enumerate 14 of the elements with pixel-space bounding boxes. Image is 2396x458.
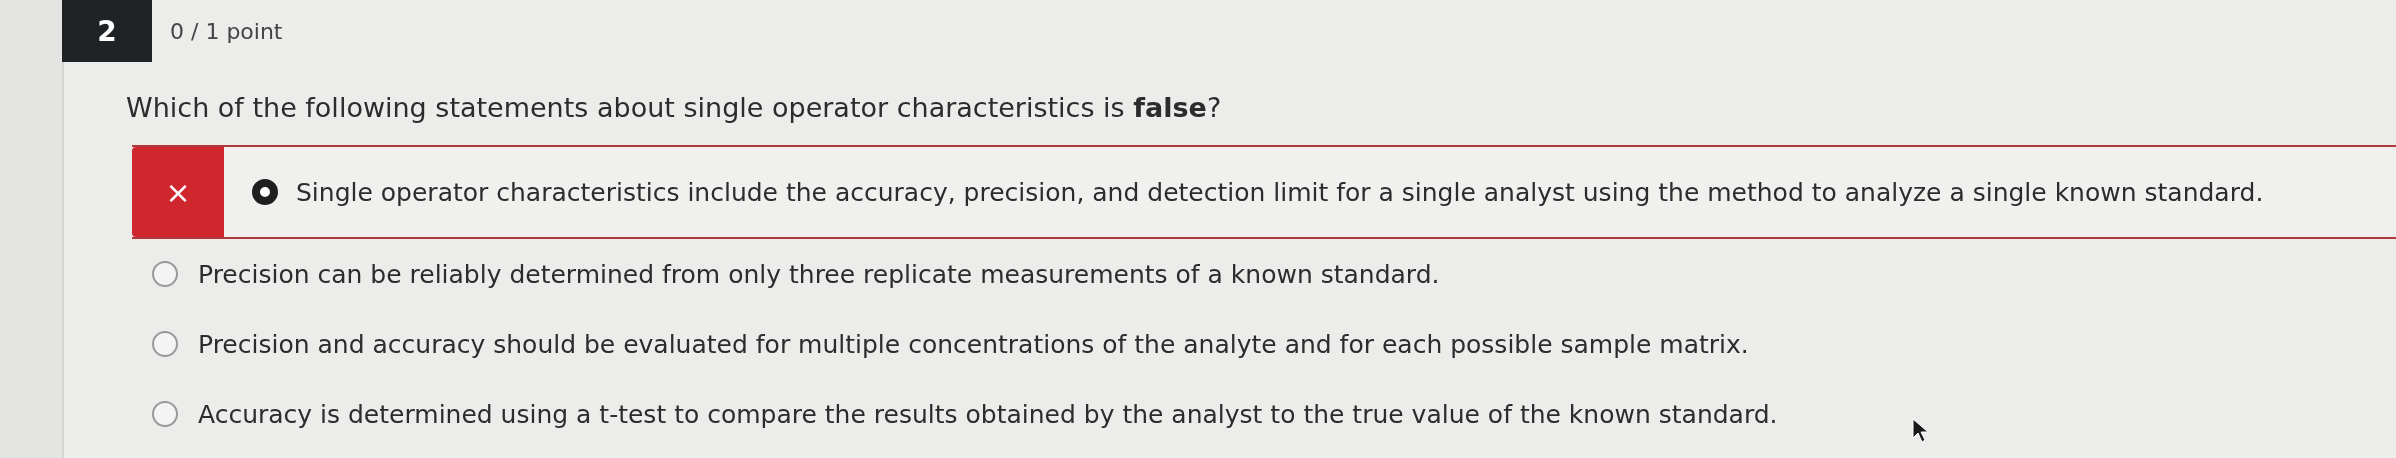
- mouse-pointer-icon: [1912, 418, 1930, 444]
- radio-button[interactable]: [252, 179, 278, 205]
- score-text: 0 / 1 point: [170, 18, 283, 44]
- radio-button[interactable]: [152, 261, 178, 287]
- incorrect-mark: ×: [132, 147, 224, 237]
- radio-button[interactable]: [152, 401, 178, 427]
- answer-text: Precision can be reliably determined from only three replicate measurements of a known standard.: [198, 259, 1440, 289]
- answer-text: Precision and accuracy should be evaluated for multiple concentrations of the analyte and for each possible sample matrix.: [198, 329, 1749, 359]
- radio-button[interactable]: [152, 331, 178, 357]
- answer-text: Accuracy is determined using a t-test to compare the results obtained by the analyst to the true value of the known standard.: [198, 399, 1778, 429]
- answer-text: Single operator characteristics include the accuracy, precision, and detection limit for a single analyst using the method to analyze a single known standard.: [296, 177, 2264, 207]
- question-number: 2: [62, 0, 152, 62]
- question-text: Which of the following statements about single operator characteristics is false?: [126, 92, 1223, 123]
- answer-option[interactable]: × Single operator characteristics include the accuracy, precision, and detection limit for a single analyst using the method to analyze a single known standard.: [132, 145, 2396, 239]
